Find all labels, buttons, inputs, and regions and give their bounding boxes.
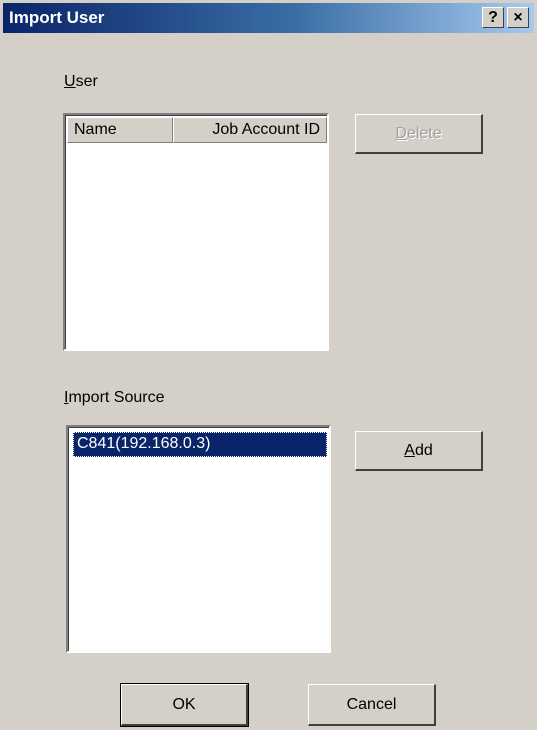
column-header-name[interactable]: Name: [67, 117, 173, 143]
user-list-header: Name Job Account ID: [67, 117, 327, 143]
import-source-label: Import Source: [64, 389, 165, 406]
user-label: User: [64, 73, 98, 90]
add-button[interactable]: Add: [355, 431, 483, 471]
cancel-button[interactable]: Cancel: [308, 684, 436, 726]
help-button[interactable]: ?: [482, 7, 504, 28]
ok-button[interactable]: OK: [120, 683, 249, 727]
delete-button[interactable]: Delete: [355, 114, 483, 154]
import-user-dialog: Import User ? × User Name Job Account ID…: [0, 0, 537, 730]
import-source-list[interactable]: C841(192.168.0.3): [66, 425, 331, 653]
column-header-job-account-id[interactable]: Job Account ID: [173, 117, 327, 143]
user-list[interactable]: Name Job Account ID: [63, 113, 329, 351]
title-bar[interactable]: Import User ? ×: [3, 3, 534, 33]
close-button[interactable]: ×: [507, 7, 529, 28]
import-source-item[interactable]: C841(192.168.0.3): [73, 432, 327, 457]
help-icon: ?: [488, 9, 498, 26]
close-icon: ×: [513, 9, 523, 26]
dialog-title: Import User: [9, 8, 105, 27]
